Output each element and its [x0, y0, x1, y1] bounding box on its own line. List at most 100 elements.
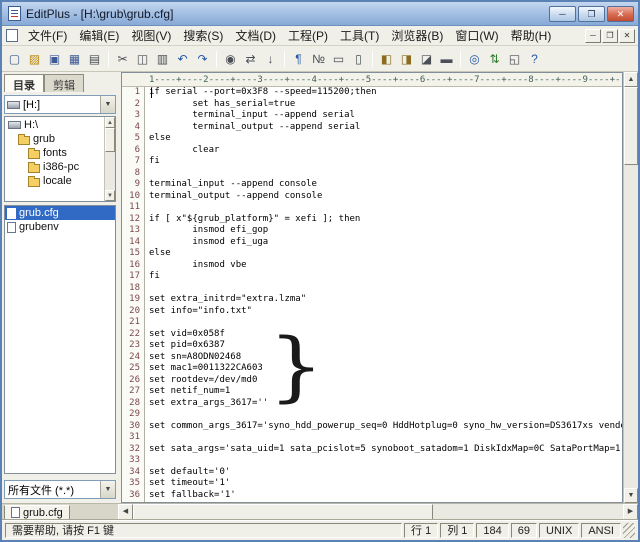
find-button[interactable]: ◉	[221, 49, 240, 68]
tree-scroll-down-icon[interactable]: ▼	[105, 190, 115, 201]
tab-cliptext[interactable]: 剪辑	[44, 74, 84, 92]
minimize-button[interactable]: ─	[549, 6, 576, 22]
redo-button[interactable]: ↷	[193, 49, 212, 68]
menu-tools[interactable]: 工具(T)	[334, 25, 385, 46]
undo-button[interactable]: ↶	[173, 49, 192, 68]
title-bar[interactable]: EditPlus - [H:\grub\grub.cfg] ─ ❐ ✕	[2, 2, 638, 26]
tree-item-h-drive[interactable]: H:\	[5, 118, 104, 132]
tree-item-i386-pc[interactable]: i386-pc	[5, 160, 104, 174]
output-window-button[interactable]: ◪	[417, 49, 436, 68]
line-number: 28	[122, 398, 140, 410]
copy-button[interactable]: ◫	[133, 49, 152, 68]
menu-document[interactable]: 文档(D)	[229, 25, 282, 46]
cut-button[interactable]: ✂	[113, 49, 132, 68]
file-item-grubenv[interactable]: grubenv	[5, 220, 115, 234]
tree-item-fonts[interactable]: fonts	[5, 146, 104, 160]
paste-button[interactable]: ▥	[153, 49, 172, 68]
code-line: else	[149, 248, 622, 260]
drive-dropdown-arrow-icon[interactable]: ▼	[100, 96, 115, 113]
sync-scroll-button[interactable]: ⇅	[485, 49, 504, 68]
menu-window[interactable]: 窗口(W)	[449, 25, 504, 46]
directory-window-button[interactable]: ◧	[377, 49, 396, 68]
horizontal-scrollbar[interactable]: ◀ ▶	[118, 504, 638, 520]
tree-item-grub[interactable]: grub	[5, 132, 104, 146]
save-file-button[interactable]: ▣	[45, 49, 64, 68]
help-button[interactable]: ?	[525, 49, 544, 68]
close-button[interactable]: ✕	[607, 6, 634, 22]
code-line: set vid=0x058f	[149, 329, 622, 341]
code-area[interactable]: 1234567891011121314151617181920212223242…	[122, 87, 622, 502]
scroll-down-icon[interactable]: ▼	[624, 488, 638, 503]
save-all-button[interactable]: ▦	[65, 49, 84, 68]
document-system-menu-icon[interactable]	[6, 29, 18, 42]
tree-scroll-thumb[interactable]	[105, 128, 115, 152]
mdi-restore-button[interactable]: ❐	[602, 29, 618, 43]
text-caret	[151, 88, 152, 98]
tree-scrollbar[interactable]: ▲ ▼	[104, 117, 115, 201]
menu-browser[interactable]: 浏览器(B)	[385, 25, 449, 46]
tree-scroll-up-icon[interactable]: ▲	[105, 117, 115, 128]
open-file-button[interactable]: ▨	[25, 49, 44, 68]
line-number: 3	[122, 110, 140, 122]
maximize-button[interactable]: ❐	[578, 6, 605, 22]
line-number: 24	[122, 352, 140, 364]
document-tab-grub-cfg[interactable]: grub.cfg	[4, 505, 70, 520]
show-ruler-button[interactable]: ▭	[329, 49, 348, 68]
file-item-label: grubenv	[19, 221, 59, 233]
tree-item-locale[interactable]: locale	[5, 174, 104, 188]
find-next-button[interactable]: ↓	[261, 49, 280, 68]
vertical-scroll-thumb[interactable]	[624, 87, 638, 165]
status-bar: 需要帮助, 请按 F1 键 行 1 列 1 184 69 UNIX ANSI	[2, 520, 638, 540]
status-chars: 69	[511, 523, 537, 538]
code-line: set rootdev=/dev/md0	[149, 375, 622, 387]
horizontal-scroll-thumb[interactable]	[133, 504, 433, 520]
app-icon[interactable]	[8, 6, 21, 21]
menu-project[interactable]: 工程(P)	[282, 25, 334, 46]
line-number: 12	[122, 214, 140, 226]
file-item-grub.cfg[interactable]: grub.cfg	[5, 206, 115, 220]
line-number: 5	[122, 133, 140, 145]
word-wrap-button[interactable]: ¶	[289, 49, 308, 68]
file-list: grub.cfggrubenv	[4, 205, 116, 474]
menu-file[interactable]: 文件(F)	[22, 25, 73, 46]
file-filter-selector[interactable]: 所有文件 (*.*) ▼	[4, 480, 116, 499]
menu-view[interactable]: 视图(V)	[125, 25, 177, 46]
line-numbers-button[interactable]: №	[309, 49, 328, 68]
drive-icon	[8, 121, 21, 129]
folder-icon	[18, 136, 30, 145]
document-tabs-button[interactable]: ▬	[437, 49, 456, 68]
mdi-close-button[interactable]: ✕	[619, 29, 635, 43]
mdi-minimize-button[interactable]: ─	[585, 29, 601, 43]
fullscreen-button[interactable]: ◱	[505, 49, 524, 68]
print-button[interactable]: ▤	[85, 49, 104, 68]
scroll-right-icon[interactable]: ▶	[623, 504, 638, 520]
cliptext-window-button[interactable]: ◨	[397, 49, 416, 68]
tree-item-label: fonts	[43, 147, 67, 159]
resize-grip[interactable]	[623, 523, 635, 538]
tree-item-label: i386-pc	[43, 161, 79, 173]
code-line: set common_args_3617='syno_hdd_powerup_s…	[149, 421, 622, 433]
code-line	[149, 455, 622, 467]
replace-button[interactable]: ⇄	[241, 49, 260, 68]
new-document-button[interactable]: ▢	[5, 49, 24, 68]
menu-edit[interactable]: 编辑(E)	[73, 25, 125, 46]
menu-help[interactable]: 帮助(H)	[505, 25, 558, 46]
menu-search[interactable]: 搜索(S)	[177, 25, 229, 46]
vertical-scrollbar[interactable]: ▲ ▼	[623, 72, 638, 503]
drive-selector[interactable]: [H:] ▼	[4, 95, 116, 114]
toolbar-separator	[284, 51, 285, 67]
filter-dropdown-arrow-icon[interactable]: ▼	[100, 481, 115, 498]
code-line	[149, 168, 622, 180]
browser-view-button[interactable]: ◎	[465, 49, 484, 68]
column-marker-button[interactable]: ▯	[349, 49, 368, 68]
code-line: set mac1=0011322CA603	[149, 363, 622, 375]
code-text[interactable]: if serial --port=0x3F8 --speed=115200;th…	[145, 87, 622, 502]
directory-tree: H:\grubfonts i386-pclocale	[5, 117, 104, 201]
scroll-up-icon[interactable]: ▲	[624, 72, 638, 87]
toolbar: ▢▨▣▦▤ ✂◫▥↶↷ ◉⇄↓ ¶№▭▯ ◧◨◪▬ ◎⇅◱?	[2, 46, 638, 72]
line-number: 14	[122, 237, 140, 249]
scroll-left-icon[interactable]: ◀	[118, 504, 133, 520]
toolbar-separator	[460, 51, 461, 67]
tab-directory[interactable]: 目录	[4, 74, 44, 92]
column-ruler: 1----+----2----+----3----+----4----+----…	[122, 73, 622, 87]
